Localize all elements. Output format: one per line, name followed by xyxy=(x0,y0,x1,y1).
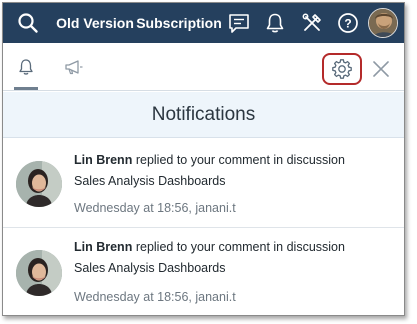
close-icon xyxy=(373,61,389,77)
tools-icon xyxy=(302,13,321,31)
chat-icon xyxy=(229,14,249,33)
close-button[interactable] xyxy=(367,55,395,83)
notification-action: replied to your comment in discussion xyxy=(135,153,345,167)
svg-text:?: ? xyxy=(344,17,351,31)
notifications-window: Old Version Subscription ? Notifications… xyxy=(2,2,405,316)
subscription-label: Subscription xyxy=(136,15,222,31)
tab-announcements[interactable] xyxy=(61,43,87,91)
megaphone-icon xyxy=(65,60,83,75)
old-version-label: Old Version xyxy=(56,15,134,31)
notification-action: replied to your comment in discussion xyxy=(135,240,345,254)
user-avatar xyxy=(368,8,398,38)
notification-text: Lin Brenn replied to your comment in dis… xyxy=(74,237,394,279)
notification-settings-button[interactable] xyxy=(322,53,362,85)
notification-meta: Wednesday at 18:56, janani.t xyxy=(74,201,236,215)
tools-button[interactable] xyxy=(298,3,326,43)
discussion-link[interactable]: Sales Analysis Dashboards xyxy=(74,174,225,188)
notification-item[interactable]: Lin Brenn replied to your comment in dis… xyxy=(3,139,404,227)
active-tab-indicator xyxy=(14,87,38,90)
help-icon: ? xyxy=(338,13,358,33)
search-icon xyxy=(18,13,38,33)
discussion-link[interactable]: Sales Analysis Dashboards xyxy=(74,261,225,275)
sender-avatar xyxy=(16,161,62,207)
subscription-link[interactable]: Subscription xyxy=(136,3,222,43)
old-version-link[interactable]: Old Version xyxy=(56,3,134,43)
top-nav-bar: Old Version Subscription ? xyxy=(3,3,404,43)
messages-button[interactable] xyxy=(225,3,253,43)
search-button[interactable] xyxy=(13,3,43,43)
sender-avatar xyxy=(16,250,62,296)
help-button[interactable]: ? xyxy=(334,3,362,43)
notification-text: Lin Brenn replied to your comment in dis… xyxy=(74,150,394,192)
bell-icon xyxy=(266,13,284,33)
sender-name: Lin Brenn xyxy=(74,240,133,254)
tab-notifications[interactable] xyxy=(14,43,38,91)
notification-item[interactable]: Lin Brenn replied to your comment in dis… xyxy=(3,228,404,315)
notification-meta: Wednesday at 18:56, janani.t xyxy=(74,290,236,304)
notifications-header: Notifications xyxy=(3,92,404,138)
gear-icon xyxy=(332,59,352,79)
bell-outline-icon xyxy=(19,59,33,75)
page-title: Notifications xyxy=(151,103,256,125)
user-menu-button[interactable] xyxy=(367,3,399,43)
sender-name: Lin Brenn xyxy=(74,153,133,167)
notifications-button[interactable] xyxy=(261,3,289,43)
